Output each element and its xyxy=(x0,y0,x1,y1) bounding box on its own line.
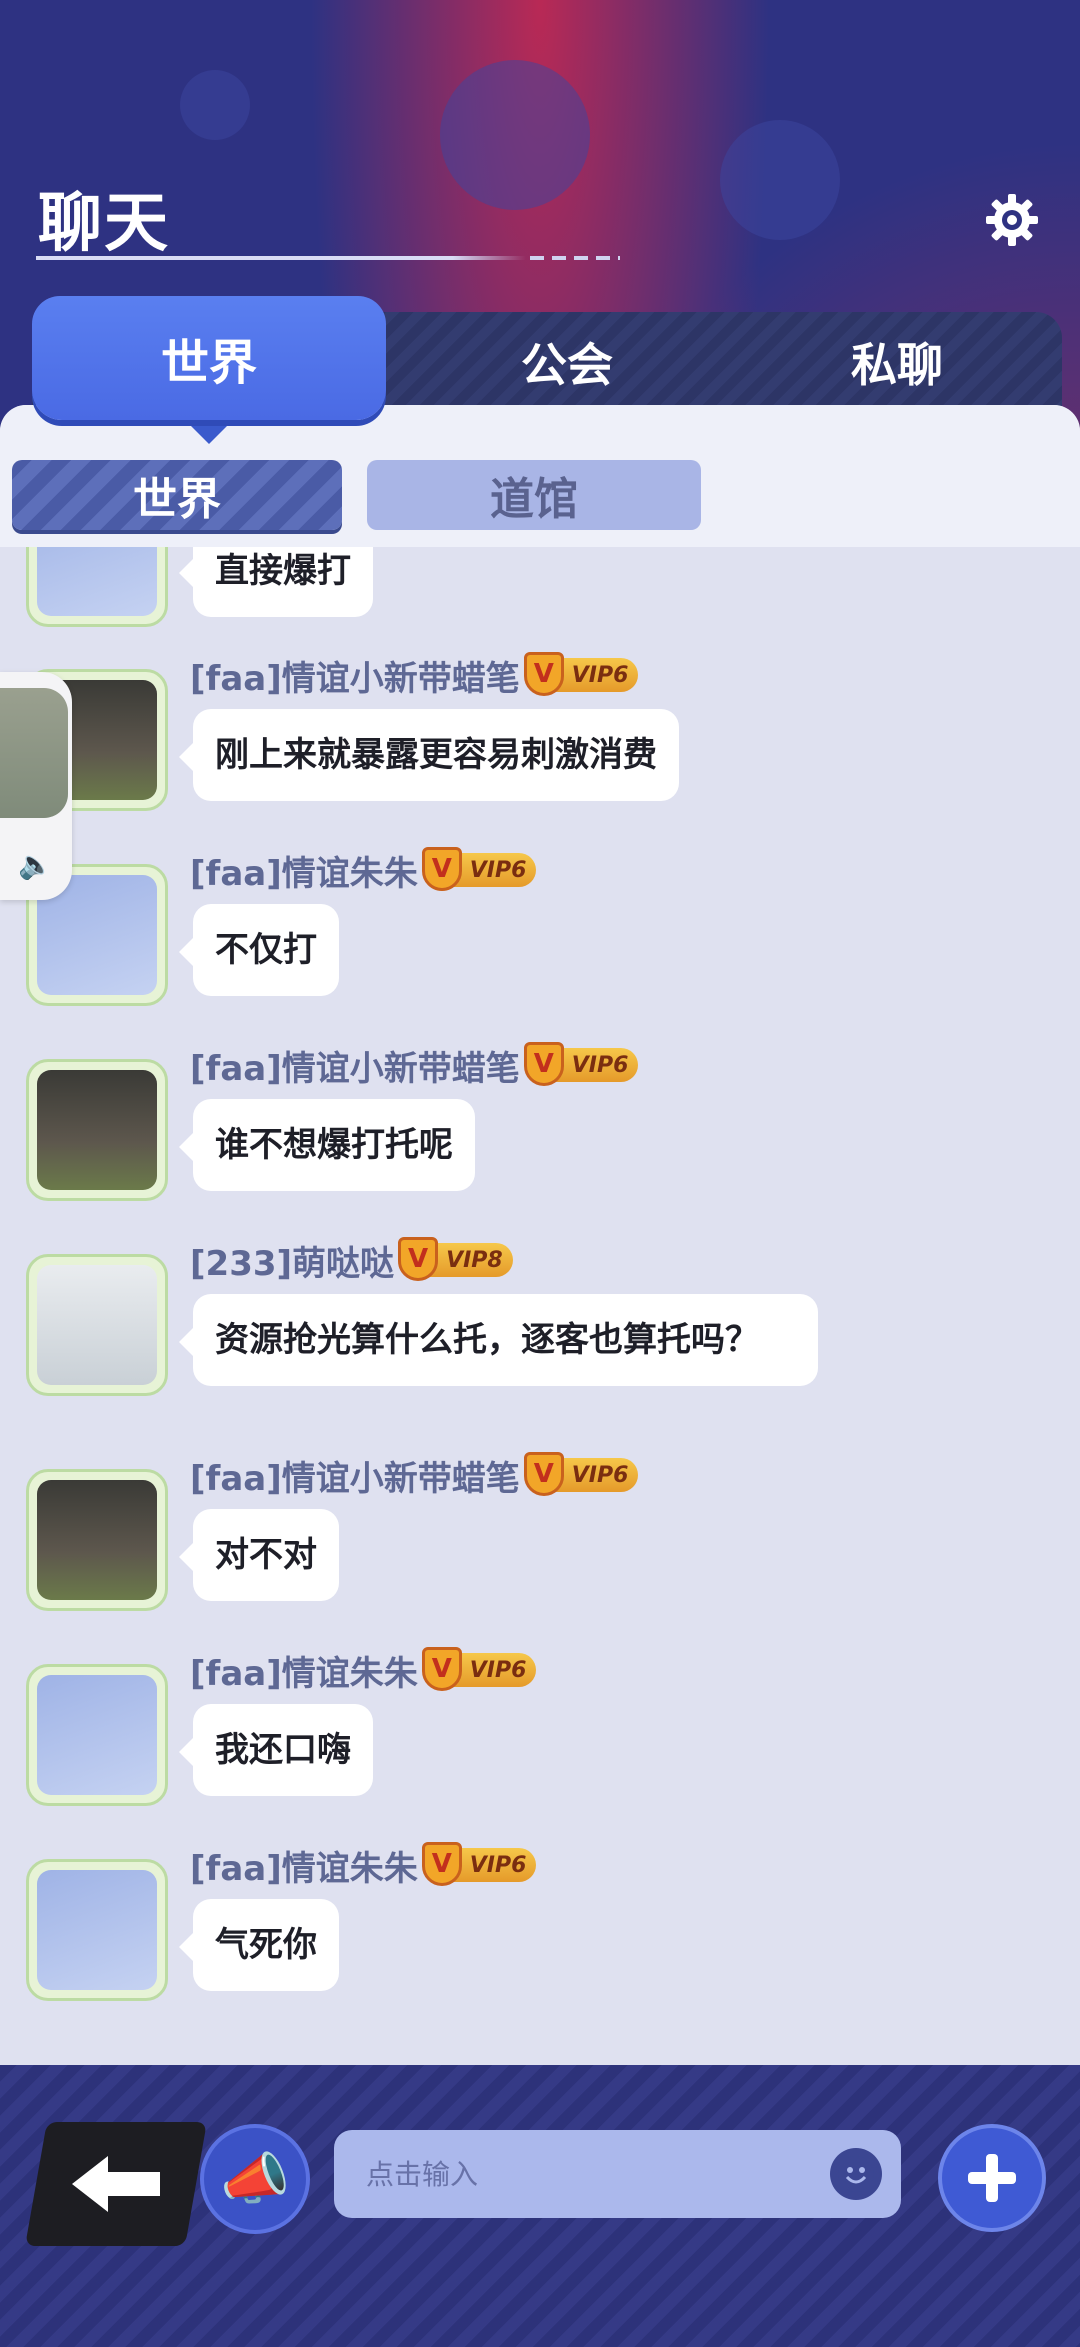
vip-badge: VIP8 xyxy=(398,1237,513,1281)
tab-private-chat[interactable]: 私聊 xyxy=(732,312,1062,412)
sub-tab-dojo[interactable]: 道馆 xyxy=(367,460,701,530)
sender-row: [faa]情谊朱朱 VIP6 xyxy=(190,1646,537,1695)
sender-name[interactable]: [faa]情谊小新带蜡笔 xyxy=(190,651,520,700)
vip-badge: VIP6 xyxy=(523,1452,639,1496)
sender-row: [faa]情谊朱朱 VIP6 xyxy=(190,1841,537,1890)
tab-guild[interactable]: 公会 xyxy=(402,312,732,412)
sub-tab-bar: 世界 道馆 xyxy=(0,405,1080,547)
message-bubble: 资源抢光算什么托，逐客也算托吗？ xyxy=(179,1294,818,1386)
megaphone-button[interactable]: 📣 xyxy=(200,2124,310,2234)
floating-video-widget[interactable]: 🔈 xyxy=(0,672,72,900)
title-underline xyxy=(36,256,526,260)
sender-name[interactable]: [faa]情谊朱朱 xyxy=(190,1646,418,1695)
avatar[interactable] xyxy=(26,1059,168,1201)
message-bubble: 对不对 xyxy=(179,1509,339,1601)
vip-badge: VIP6 xyxy=(421,847,537,891)
sender-row: [233]萌哒哒 VIP8 xyxy=(190,1236,513,1284)
sender-name[interactable]: [faa]情谊朱朱 xyxy=(190,846,418,895)
paw-decoration xyxy=(180,70,250,140)
avatar[interactable] xyxy=(26,1469,168,1611)
smiley-icon xyxy=(838,2156,874,2192)
add-button[interactable] xyxy=(938,2124,1046,2232)
vip-badge: VIP6 xyxy=(523,1042,639,1086)
avatar[interactable] xyxy=(26,1664,168,1806)
sender-name[interactable]: [faa]情谊小新带蜡笔 xyxy=(190,1041,520,1090)
back-button[interactable] xyxy=(25,2122,207,2246)
paw-decoration xyxy=(440,60,590,210)
speaker-icon[interactable]: 🔈 xyxy=(18,848,53,881)
message-bubble: 我还口嗨 xyxy=(179,1704,373,1796)
message-input[interactable] xyxy=(334,2130,901,2218)
chat-panel: 世界 道馆 直接爆打 [faa]情谊小新带蜡笔 VIP6 刚上来就暴露更容易刺激… xyxy=(0,405,1080,2065)
paw-decoration xyxy=(720,120,840,240)
sender-name[interactable]: [faa]情谊小新带蜡笔 xyxy=(190,1451,520,1500)
back-arrow-icon xyxy=(72,2156,160,2212)
sender-row: [faa]情谊朱朱 VIP6 xyxy=(190,846,537,895)
message-bubble: 谁不想爆打托呢 xyxy=(179,1099,475,1191)
sender-row: [faa]情谊小新带蜡笔 VIP6 xyxy=(190,1041,639,1090)
video-thumbnail xyxy=(0,688,68,818)
sender-row: [faa]情谊小新带蜡笔 VIP6 xyxy=(190,651,639,700)
message-bubble: 不仅打 xyxy=(179,904,339,996)
message-bubble: 气死你 xyxy=(179,1899,339,1991)
avatar[interactable] xyxy=(26,1254,168,1396)
vip-badge: VIP6 xyxy=(421,1647,537,1691)
sub-tab-world[interactable]: 世界 xyxy=(12,460,342,530)
vip-badge: VIP6 xyxy=(523,652,639,696)
vip-badge: VIP6 xyxy=(421,1842,537,1886)
sender-row: [faa]情谊小新带蜡笔 VIP6 xyxy=(190,1451,639,1500)
plus-icon xyxy=(968,2154,1016,2202)
tab-world[interactable]: 世界 xyxy=(32,296,386,444)
message-bubble: 刚上来就暴露更容易刺激消费 xyxy=(179,709,679,801)
emoji-button[interactable] xyxy=(830,2148,882,2200)
gear-icon[interactable] xyxy=(984,192,1040,248)
avatar[interactable] xyxy=(26,1859,168,2001)
sender-name[interactable]: [233]萌哒哒 xyxy=(190,1236,394,1285)
page-title: 聊天 xyxy=(38,187,170,261)
sender-name[interactable]: [faa]情谊朱朱 xyxy=(190,1841,418,1890)
megaphone-icon: 📣 xyxy=(220,2147,290,2212)
title-underline-dashes xyxy=(530,256,620,260)
